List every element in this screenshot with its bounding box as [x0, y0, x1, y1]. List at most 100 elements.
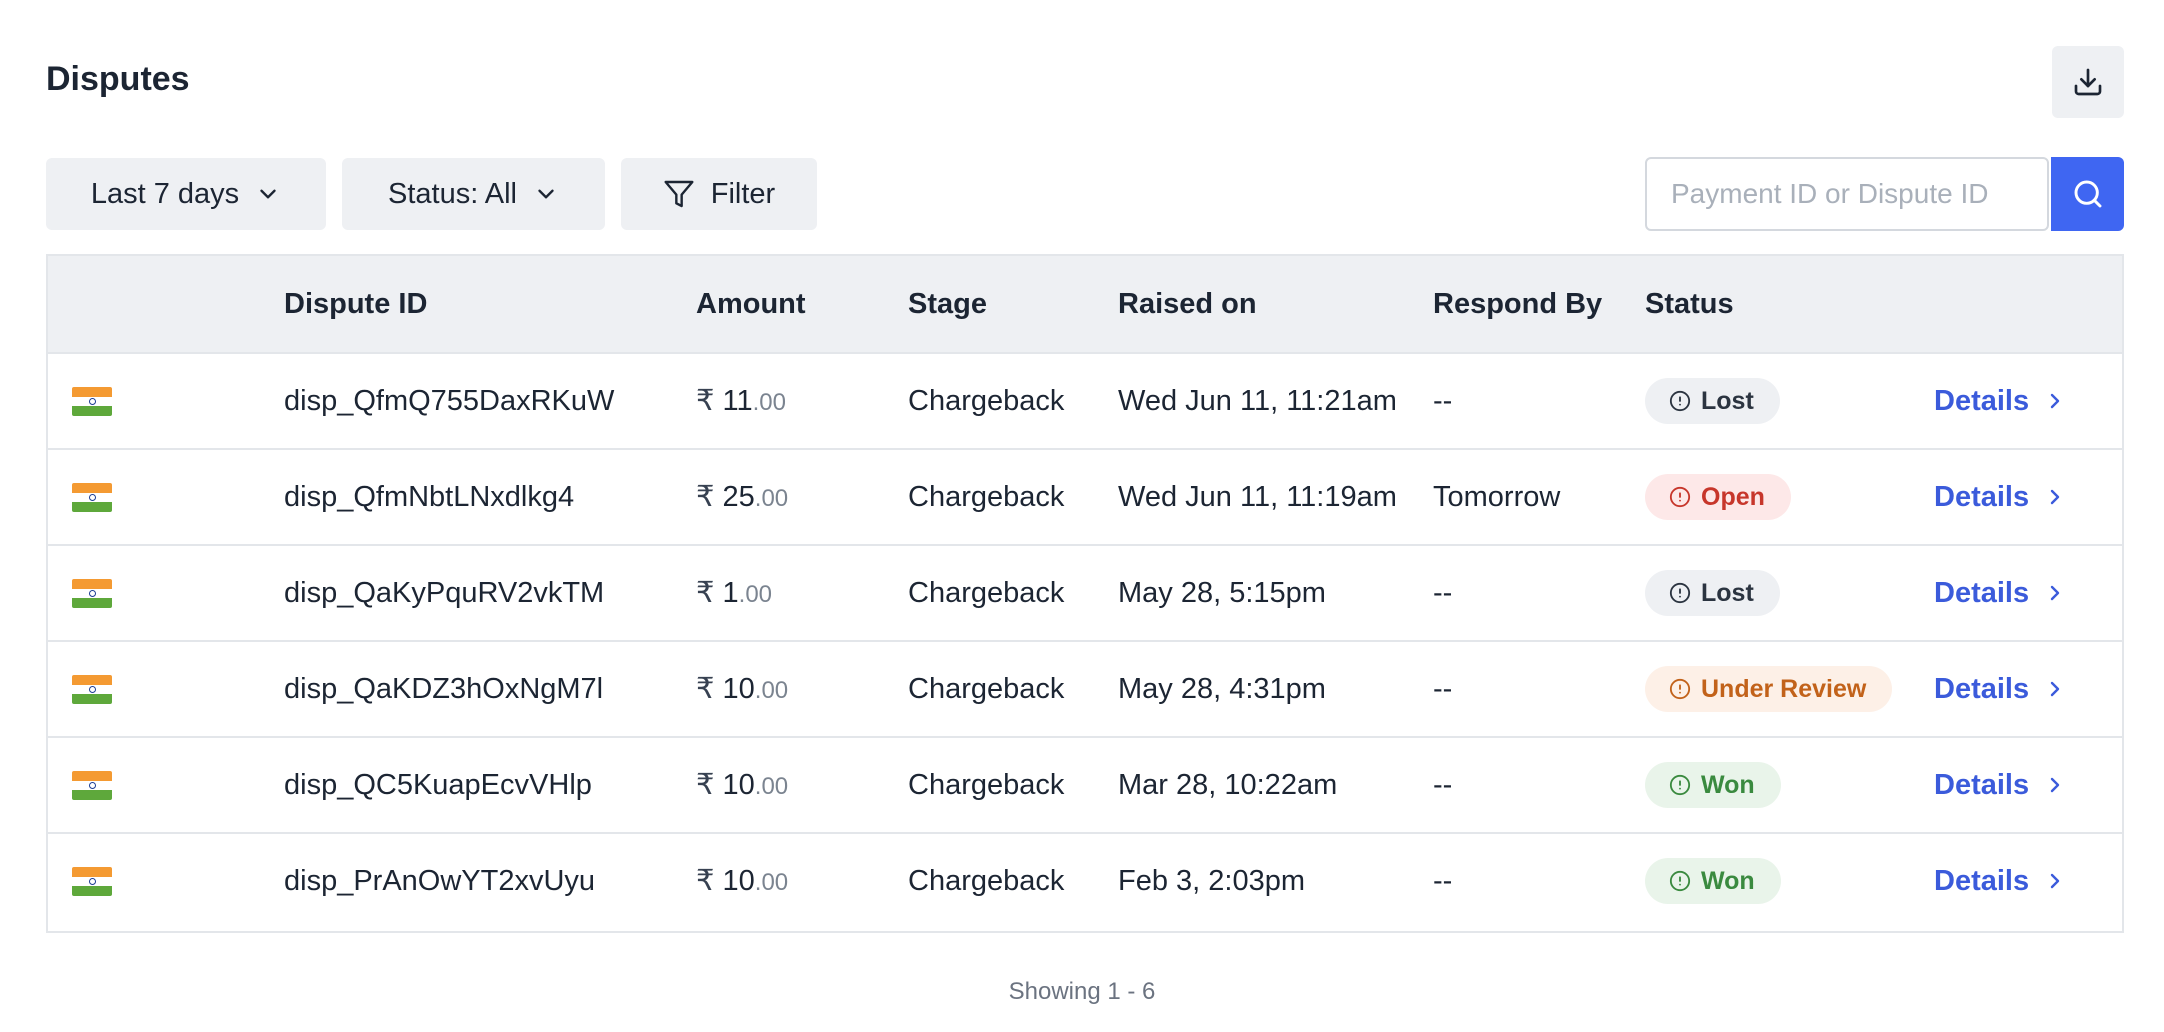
chevron-right-icon — [2050, 777, 2060, 793]
stage: Chargeback — [908, 577, 1065, 609]
page-title: Disputes — [46, 60, 190, 98]
status-badge: Open — [1645, 474, 1791, 520]
amount: ₹ 1.00 — [696, 546, 772, 640]
download-button[interactable] — [2052, 46, 2124, 118]
amount-integer: 10 — [722, 673, 755, 705]
amount: ₹ 10.00 — [696, 738, 788, 832]
chevron-down-icon — [538, 189, 554, 199]
chevron-right-icon — [2050, 681, 2060, 697]
column-header-raised-on: Raised on — [1118, 288, 1257, 320]
details-link[interactable]: Details — [1934, 450, 2067, 544]
dispute-id: disp_QC5KuapEcvVHlp — [284, 769, 592, 801]
india-flag-icon — [72, 771, 112, 800]
stage: Chargeback — [908, 769, 1065, 801]
details-link[interactable]: Details — [1934, 546, 2067, 640]
pagination-summary: Showing 1 - 6 — [1008, 978, 1156, 1005]
date-range-dropdown[interactable]: Last 7 days — [46, 158, 326, 230]
stage: Chargeback — [908, 673, 1065, 705]
column-header-respond-by: Respond By — [1433, 288, 1603, 320]
amount-decimal: .00 — [752, 389, 786, 416]
dispute-id: disp_QfmNbtLNxdlkg4 — [284, 481, 575, 513]
currency-symbol: ₹ — [696, 673, 723, 705]
disputes-table: Dispute ID Amount Stage Raised on Respon… — [46, 254, 2124, 933]
status-badge: Won — [1645, 858, 1781, 904]
amount: ₹ 10.00 — [696, 642, 788, 736]
details-link[interactable]: Details — [1934, 354, 2067, 448]
chevron-right-icon — [2050, 393, 2060, 409]
amount-integer: 10 — [722, 865, 755, 897]
india-flag-icon — [72, 675, 112, 704]
details-label: Details — [1934, 384, 2030, 417]
amount: ₹ 25.00 — [696, 450, 788, 544]
chevron-down-icon — [260, 189, 276, 199]
table-row[interactable]: disp_QaKDZ3hOxNgM7l ₹ 10.00 Chargeback M… — [48, 642, 2122, 738]
stage: Chargeback — [908, 865, 1065, 897]
table-row[interactable]: disp_QfmQ755DaxRKuW ₹ 11.00 Chargeback W… — [48, 354, 2122, 450]
details-link[interactable]: Details — [1934, 834, 2067, 928]
raised-on: Feb 3, 2:03pm — [1118, 865, 1305, 897]
details-label: Details — [1934, 480, 2030, 513]
amount-decimal: .00 — [738, 581, 773, 608]
raised-on: Wed Jun 11, 11:21am — [1118, 385, 1397, 417]
dispute-id: disp_PrAnOwYT2xvUyu — [284, 865, 596, 897]
table-header: Dispute ID Amount Stage Raised on Respon… — [48, 256, 2122, 354]
column-header-stage: Stage — [908, 288, 987, 320]
filter-label: Filter — [710, 177, 776, 210]
search-button[interactable] — [2051, 157, 2124, 231]
status-label: Lost — [1701, 387, 1754, 415]
respond-by: -- — [1433, 577, 1453, 609]
respond-by: Tomorrow — [1433, 481, 1561, 513]
amount-integer: 1 — [722, 577, 739, 609]
status-filter-dropdown[interactable]: Status: All — [342, 158, 605, 230]
status-badge: Won — [1645, 762, 1781, 808]
amount-integer: 11 — [722, 385, 753, 417]
raised-on: Wed Jun 11, 11:19am — [1118, 481, 1397, 513]
currency-symbol: ₹ — [696, 481, 723, 513]
respond-by: -- — [1433, 385, 1453, 417]
status-label: Won — [1701, 867, 1755, 895]
search-icon — [2074, 180, 2101, 208]
status-filter-label: Status: All — [388, 177, 517, 210]
details-label: Details — [1934, 864, 2030, 897]
filter-button[interactable]: Filter — [621, 158, 817, 230]
details-link[interactable]: Details — [1934, 738, 2067, 832]
stage: Chargeback — [908, 481, 1065, 513]
raised-on: May 28, 5:15pm — [1118, 577, 1326, 609]
raised-on: May 28, 4:31pm — [1118, 673, 1326, 705]
table-row[interactable]: disp_QaKyPquRV2vkTM ₹ 1.00 Chargeback Ma… — [48, 546, 2122, 642]
status-badge: Lost — [1645, 378, 1780, 424]
column-header-status: Status — [1645, 288, 1734, 320]
status-label: Lost — [1701, 579, 1754, 607]
details-label: Details — [1934, 768, 2030, 801]
currency-symbol: ₹ — [696, 865, 723, 897]
date-range-label: Last 7 days — [90, 177, 240, 210]
table-row[interactable]: disp_PrAnOwYT2xvUyu ₹ 10.00 Chargeback F… — [48, 834, 2122, 930]
amount-integer: 25 — [722, 481, 755, 513]
column-header-dispute-id: Dispute ID — [284, 288, 428, 320]
search-input[interactable] — [1645, 157, 2049, 231]
disputes-page: Disputes Last 7 days Status: All Filter … — [0, 0, 2164, 1032]
status-badge: Lost — [1645, 570, 1780, 616]
status-badge: Under Review — [1645, 666, 1893, 712]
filter-icon — [664, 180, 694, 208]
amount: ₹ 11.00 — [696, 354, 786, 448]
currency-symbol: ₹ — [696, 385, 723, 417]
details-link[interactable]: Details — [1934, 642, 2067, 736]
currency-symbol: ₹ — [696, 577, 723, 609]
status-label: Under Review — [1701, 675, 1867, 703]
india-flag-icon — [72, 483, 112, 512]
details-label: Details — [1934, 672, 2030, 705]
amount-decimal: .00 — [754, 485, 789, 512]
download-icon — [2074, 68, 2102, 96]
info-circle-icon — [1669, 486, 1691, 508]
table-row[interactable]: disp_QC5KuapEcvVHlp ₹ 10.00 Chargeback M… — [48, 738, 2122, 834]
respond-by: -- — [1433, 865, 1453, 897]
chevron-right-icon — [2050, 585, 2060, 601]
india-flag-icon — [72, 867, 112, 896]
info-circle-icon — [1669, 774, 1691, 796]
currency-symbol: ₹ — [696, 769, 723, 801]
table-row[interactable]: disp_QfmNbtLNxdlkg4 ₹ 25.00 Chargeback W… — [48, 450, 2122, 546]
dispute-id: disp_QaKDZ3hOxNgM7l — [284, 673, 604, 705]
status-label: Won — [1701, 771, 1755, 799]
india-flag-icon — [72, 579, 112, 608]
